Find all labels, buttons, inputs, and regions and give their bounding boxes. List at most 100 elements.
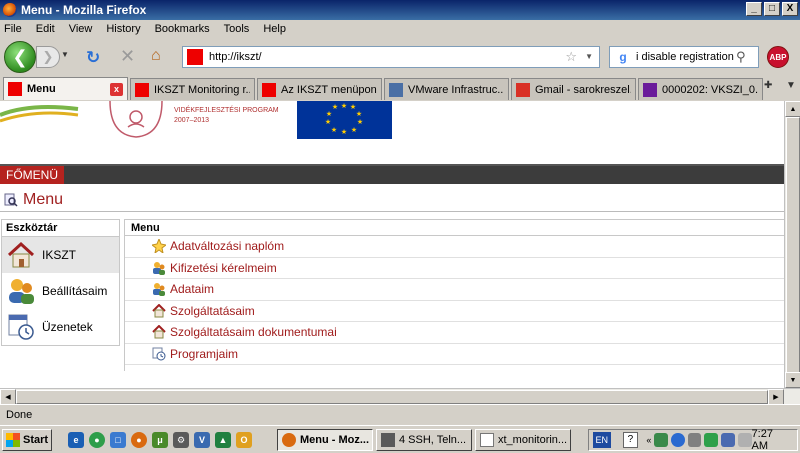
home-icon[interactable]: ⌂ (151, 47, 161, 65)
menu-item-services[interactable]: Szolgáltatásaim (125, 301, 784, 322)
horizontal-scroll-thumb[interactable] (16, 390, 768, 404)
security-tray-icon[interactable] (687, 433, 702, 447)
svg-text:★: ★ (357, 118, 363, 126)
tab-label: Az IKSZT menüpon... (281, 83, 377, 96)
start-button[interactable]: Start (2, 429, 52, 451)
maximize-button[interactable]: □ (764, 2, 780, 16)
menu-item-my-data[interactable]: Adataim (125, 279, 784, 301)
network-tray-icon[interactable] (654, 433, 669, 447)
menu-item-label: Kifizetési kérelmeim (170, 260, 277, 275)
history-dropdown-icon[interactable]: ▼ (61, 50, 69, 59)
house-icon (7, 241, 35, 268)
search-bar[interactable]: g ⚲ (609, 46, 759, 68)
gmail-icon (516, 82, 530, 97)
minimize-button[interactable]: _ (746, 2, 762, 16)
svg-text:★: ★ (356, 110, 362, 118)
search-icon[interactable]: ⚲ (736, 49, 746, 65)
menu-item-change-log[interactable]: Adatváltozási naplóm (125, 236, 784, 258)
ie-icon[interactable]: e (68, 432, 84, 448)
magnifier-page-icon (4, 193, 18, 207)
url-input[interactable] (209, 51, 549, 63)
window-titlebar[interactable]: Menu - Mozilla Firefox _ □ X (0, 0, 800, 20)
navigation-toolbar: ❮ ❯ ▼ ↻ ✕ ⌂ ☆ ▼ g ⚲ ABP (0, 38, 800, 76)
house-icon (152, 325, 166, 339)
list-all-tabs-icon[interactable]: ✚ (764, 80, 772, 91)
menu-bookmarks[interactable]: Bookmarks (155, 23, 210, 35)
sync-tray-icon[interactable] (704, 433, 719, 447)
menu-file[interactable]: File (4, 23, 22, 35)
program-years: 2007–2013 (174, 117, 210, 124)
menu-view[interactable]: View (69, 23, 93, 35)
network-icon[interactable]: ▲ (215, 432, 231, 448)
tab-gmail[interactable]: Gmail - sarokreszel... (511, 78, 636, 100)
bookmark-star-icon[interactable]: ☆ (565, 49, 577, 65)
tab-vmware[interactable]: VMware Infrastruc... (384, 78, 509, 100)
scroll-up-icon[interactable]: ▲ (785, 101, 800, 117)
tab-favicon (8, 82, 22, 96)
stop-icon[interactable]: ✕ (120, 46, 135, 67)
menu-item-service-documents[interactable]: Szolgáltatásaim dokumentumai (125, 322, 784, 344)
toolbox-item-ikszt[interactable]: IKSZT (2, 237, 119, 273)
close-button[interactable]: X (782, 2, 798, 16)
url-bar[interactable]: ☆ ▼ (182, 46, 600, 68)
scroll-down-icon[interactable]: ▼ (785, 372, 800, 388)
vertical-scroll-thumb[interactable] (786, 117, 800, 373)
tab-ikszt-monitoring[interactable]: IKSZT Monitoring r... (130, 78, 255, 100)
ssh-icon (381, 433, 395, 447)
scroll-left-icon[interactable]: ◀ (0, 389, 16, 405)
tab-mantis[interactable]: 0000202: VKSZI_0... (638, 78, 763, 100)
adblock-plus-button[interactable]: ABP (767, 46, 789, 68)
menu-tools[interactable]: Tools (224, 23, 250, 35)
svg-text:★: ★ (325, 118, 331, 126)
scroll-right-icon[interactable]: ▶ (768, 389, 784, 405)
chrome-icon[interactable]: ● (89, 432, 105, 448)
ssh-icon[interactable]: ⚙ (173, 432, 189, 448)
toolbox-item-label: Üzenetek (42, 320, 93, 334)
toolbox-item-label: IKSZT (42, 248, 77, 262)
task-ssh[interactable]: 4 SSH, Teln... (376, 429, 472, 451)
volume-tray-icon[interactable] (737, 433, 752, 447)
google-icon[interactable]: g (610, 48, 636, 66)
status-text: Done (6, 409, 33, 421)
tab-ikszt-menupont[interactable]: Az IKSZT menüpon... (257, 78, 382, 100)
menu-panel: Menu Adatváltozási naplóm Kifizetési kér… (124, 219, 784, 371)
update-tray-icon[interactable] (671, 433, 685, 447)
language-indicator[interactable]: EN (593, 432, 611, 448)
menu-item-label: Szolgáltatásaim dokumentumai (170, 325, 337, 340)
menu-help[interactable]: Help (263, 23, 286, 35)
utorrent-icon[interactable]: μ (152, 432, 168, 448)
firefox-quicklaunch-icon[interactable]: ● (131, 432, 147, 448)
vertical-scrollbar[interactable]: ▲ ▼ (784, 101, 800, 388)
task-document[interactable]: xt_monitorin... (475, 429, 571, 451)
url-dropdown-icon[interactable]: ▼ (585, 52, 593, 61)
firefox-icon (3, 3, 17, 17)
app-launcher-icon[interactable]: □ (110, 432, 126, 448)
main-menu-button[interactable]: FŐMENÜ (0, 166, 64, 184)
vmware-icon[interactable]: V (194, 432, 210, 448)
program-name: VIDÉKFEJLESZTÉSI PROGRAM (174, 107, 279, 114)
menu-item-payment-requests[interactable]: Kifizetési kérelmeim (125, 258, 784, 279)
back-button[interactable]: ❮ (4, 41, 36, 73)
forward-button[interactable]: ❯ (36, 46, 60, 68)
menu-edit[interactable]: Edit (36, 23, 55, 35)
toolbox-item-messages[interactable]: Üzenetek (2, 309, 119, 345)
task-label: Menu - Moz... (300, 434, 370, 446)
help-button[interactable]: ? (622, 432, 639, 448)
vmware-tray-icon[interactable] (721, 433, 735, 447)
toolbox-item-settings[interactable]: Beállításaim (2, 273, 119, 309)
menu-item-label: Adatváltozási naplóm (170, 239, 285, 254)
tray-expand-icon[interactable]: « (646, 435, 651, 445)
office-icon[interactable]: O (236, 432, 252, 448)
menu-item-programs[interactable]: Programjaim (125, 344, 784, 365)
horizontal-scrollbar[interactable]: ◀ ▶ (0, 388, 800, 405)
windows-logo-icon (6, 433, 20, 447)
tab-menu[interactable]: Menu x (3, 77, 128, 100)
task-firefox[interactable]: Menu - Moz... (277, 429, 373, 451)
clock[interactable]: 7:27 AM (752, 428, 791, 452)
close-tab-icon[interactable]: x (110, 82, 123, 96)
reload-icon[interactable]: ↻ (86, 48, 100, 68)
search-input[interactable] (636, 51, 736, 63)
toolbox-header: Eszköztár (2, 220, 119, 237)
menu-history[interactable]: History (106, 23, 140, 35)
tab-scroll-icon[interactable]: ▼ (786, 80, 796, 91)
